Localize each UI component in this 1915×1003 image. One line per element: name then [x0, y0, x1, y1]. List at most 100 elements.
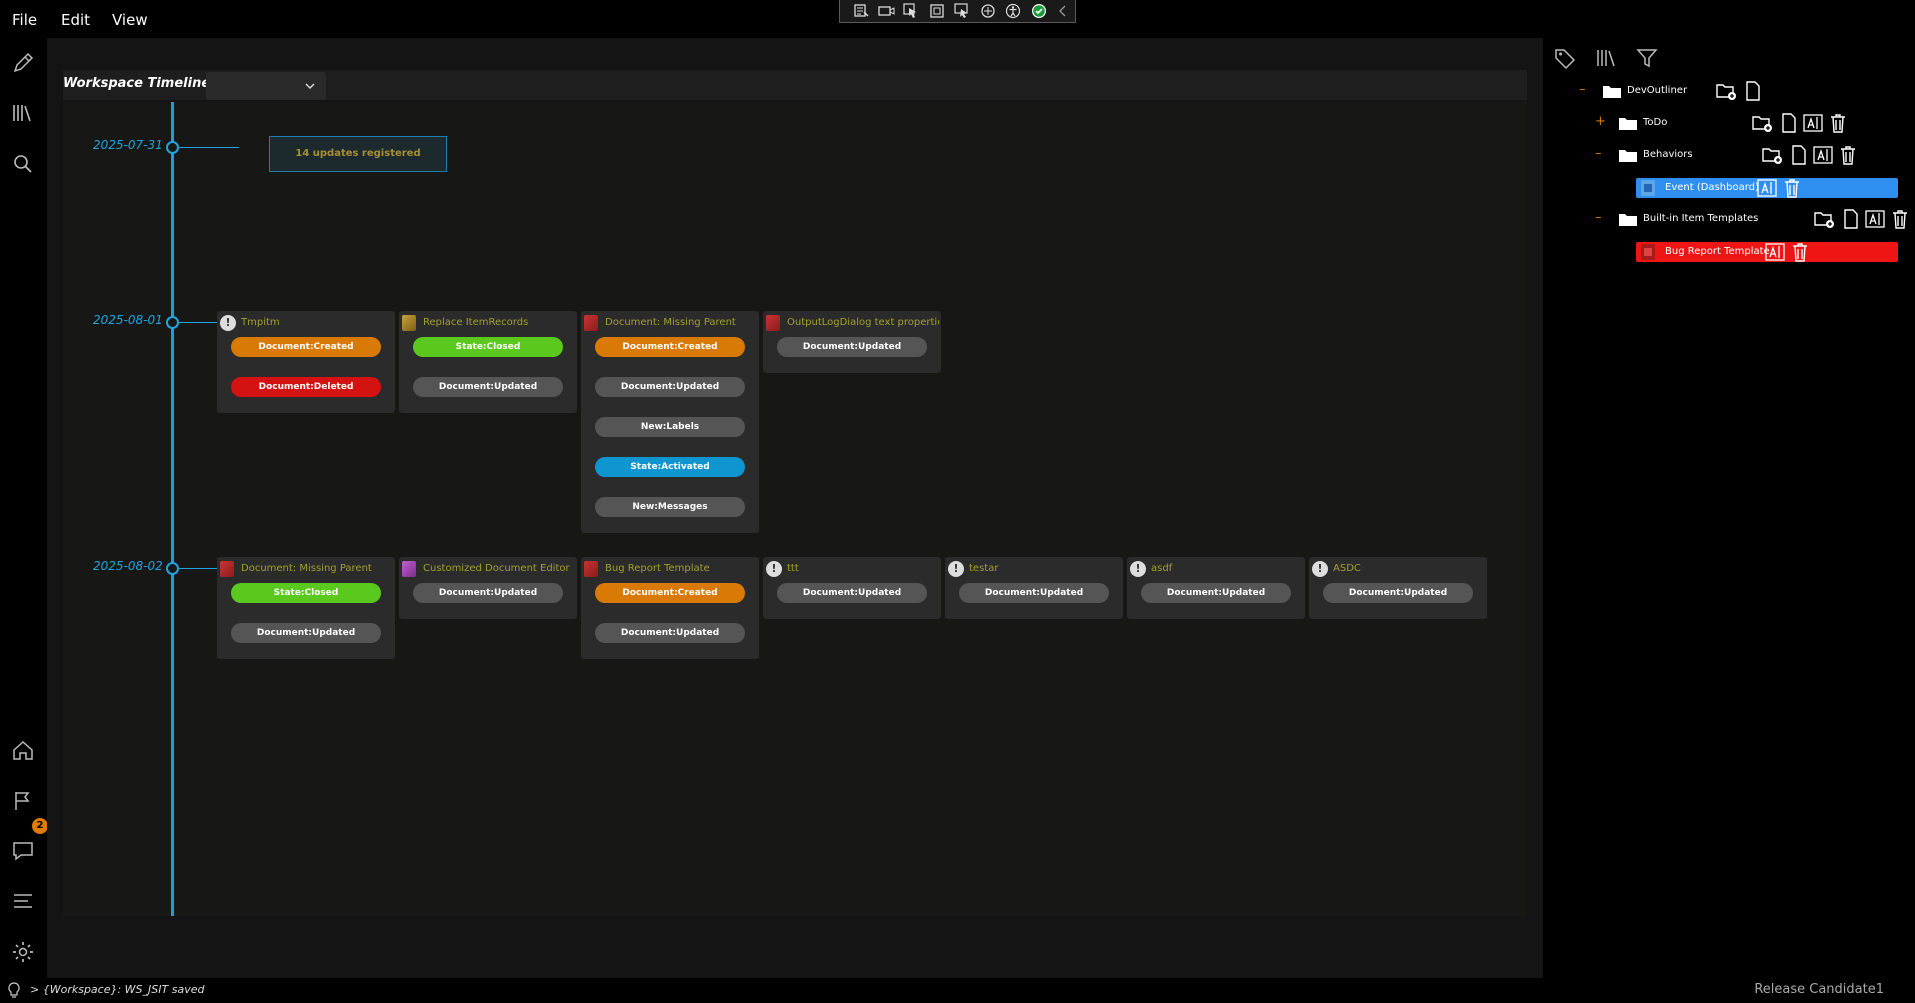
card-header: ! testar — [946, 560, 1122, 577]
timeline-card[interactable]: Document: Missing Parent State:Closed Docu… — [217, 557, 395, 659]
accessibility-icon[interactable] — [1005, 3, 1022, 19]
hot-reload-icon[interactable] — [980, 3, 997, 19]
tree-toggle[interactable]: – — [1579, 82, 1589, 97]
tree-item-bug-report-template[interactable]: Bug Report Template — [1636, 242, 1898, 262]
frame-icon[interactable] — [929, 3, 946, 19]
rename-icon[interactable] — [1764, 241, 1786, 263]
card-title[interactable]: Document: Missing Parent — [605, 317, 757, 328]
hover-icon[interactable] — [954, 3, 971, 19]
inspect-icon[interactable] — [853, 3, 870, 19]
event-tag: Document:Updated — [777, 337, 927, 357]
timeline-card[interactable]: OutputLogDialog text properties Document:… — [763, 311, 941, 373]
new-document-icon[interactable] — [1742, 80, 1764, 102]
home-icon[interactable] — [10, 738, 36, 764]
add-folder-icon[interactable] — [1715, 80, 1737, 102]
document-icon — [766, 315, 782, 331]
timeline-card[interactable]: ! testar Document:Updated — [945, 557, 1123, 619]
document-icon — [584, 561, 600, 577]
timeline-canvas[interactable]: 2025-07-31 14 updates registered 2025-08… — [63, 102, 1527, 916]
folder-icon — [1619, 214, 1637, 226]
info-icon: ! — [1130, 561, 1146, 577]
new-document-icon[interactable] — [1778, 112, 1800, 134]
tree-node-devoutliner[interactable]: – DevOutliner — [1579, 80, 1899, 104]
notification-badge: 2 — [32, 818, 48, 834]
edit-icon[interactable] — [10, 50, 36, 76]
tree-item-event-dashboard[interactable]: Event (Dashboard) — [1636, 178, 1898, 198]
menu-edit[interactable]: Edit — [61, 11, 90, 29]
timeline-card[interactable]: ! ttt Document:Updated — [763, 557, 941, 619]
tree-toggle[interactable]: – — [1595, 146, 1605, 161]
timeline-card[interactable]: ! Tmpitm Document:Created Document:Deleted — [217, 311, 395, 413]
event-tag: Document:Updated — [595, 377, 745, 397]
tree-toggle[interactable]: + — [1595, 114, 1606, 129]
trash-icon[interactable] — [1781, 177, 1803, 199]
tree-node-builtin-templates[interactable]: – Built-in Item Templates — [1595, 208, 1915, 232]
record-icon[interactable] — [878, 3, 895, 19]
card-title[interactable]: Document: Missing Parent — [241, 563, 393, 574]
add-folder-icon[interactable] — [1761, 144, 1783, 166]
card-title[interactable]: asdf — [1151, 563, 1303, 574]
card-title[interactable]: Bug Report Template — [605, 563, 757, 574]
pointer-icon[interactable] — [903, 3, 920, 19]
trash-icon[interactable] — [1837, 144, 1859, 166]
menu-view[interactable]: View — [112, 11, 148, 29]
card-title[interactable]: ASDC — [1333, 563, 1485, 574]
tree-toggle[interactable]: – — [1595, 210, 1605, 225]
lightbulb-icon[interactable] — [8, 982, 20, 1000]
timeline-filter-select[interactable] — [206, 72, 326, 100]
collapse-icon[interactable] — [1055, 3, 1072, 19]
card-header: Bug Report Template — [582, 560, 758, 577]
document-icon — [584, 315, 600, 331]
add-folder-icon[interactable] — [1813, 208, 1835, 230]
check-icon[interactable] — [1031, 3, 1048, 19]
card-header: Replace ItemRecords — [400, 314, 576, 331]
library-icon[interactable] — [10, 100, 36, 126]
timeline-card[interactable]: ! ASDC Document:Updated — [1309, 557, 1487, 619]
filter-icon[interactable] — [1635, 46, 1659, 70]
search-icon[interactable] — [10, 151, 36, 177]
card-title[interactable]: Tmpitm — [241, 317, 393, 328]
left-rail: 2 — [0, 38, 48, 978]
rename-icon[interactable] — [1756, 177, 1778, 199]
new-document-icon[interactable] — [1840, 208, 1862, 230]
timeline-header: Workspace Timeline — [63, 70, 1527, 100]
card-title[interactable]: testar — [969, 563, 1121, 574]
summary-box[interactable]: 14 updates registered — [269, 136, 447, 172]
tree-node-label: Built-in Item Templates — [1643, 213, 1759, 224]
rename-icon[interactable] — [1864, 208, 1886, 230]
rename-icon[interactable] — [1802, 112, 1824, 134]
trash-icon[interactable] — [1889, 208, 1911, 230]
tree-node-todo[interactable]: + ToDo — [1595, 112, 1915, 136]
folder-icon — [1619, 118, 1637, 130]
rename-icon[interactable] — [1812, 144, 1834, 166]
document-icon — [402, 561, 418, 577]
flag-icon[interactable] — [10, 788, 36, 814]
dev-toolbar — [839, 0, 1076, 23]
trash-icon[interactable] — [1827, 112, 1849, 134]
new-document-icon[interactable] — [1788, 144, 1810, 166]
timeline-card[interactable]: Bug Report Template Document:Created Docum… — [581, 557, 759, 659]
list-icon[interactable] — [10, 888, 36, 914]
chat-icon[interactable] — [10, 838, 36, 864]
event-tag: Document:Updated — [959, 583, 1109, 603]
card-title[interactable]: Customized Document Editor — [423, 563, 575, 574]
timeline-card[interactable]: Customized Document Editor Document:Updat… — [399, 557, 577, 619]
settings-icon[interactable] — [10, 939, 36, 965]
timeline-card[interactable]: Document: Missing Parent Document:Created… — [581, 311, 759, 533]
timeline-card[interactable]: ! asdf Document:Updated — [1127, 557, 1305, 619]
folder-icon — [1603, 86, 1621, 98]
menu-file[interactable]: File — [12, 11, 37, 29]
event-tag: New:Labels — [595, 417, 745, 437]
event-tag: Document:Updated — [1141, 583, 1291, 603]
tag-icon[interactable] — [1553, 46, 1577, 70]
card-title[interactable]: ttt — [787, 563, 939, 574]
event-tag: State:Closed — [231, 583, 381, 603]
tree-node-behaviors[interactable]: – Behaviors — [1595, 144, 1915, 168]
card-title[interactable]: OutputLogDialog text properties — [787, 317, 939, 328]
trash-icon[interactable] — [1789, 241, 1811, 263]
timeline-card[interactable]: Replace ItemRecords State:Closed Document:… — [399, 311, 577, 413]
library-icon[interactable] — [1594, 46, 1618, 70]
card-title[interactable]: Replace ItemRecords — [423, 317, 575, 328]
card-header: OutputLogDialog text properties — [764, 314, 940, 331]
add-folder-icon[interactable] — [1751, 112, 1773, 134]
